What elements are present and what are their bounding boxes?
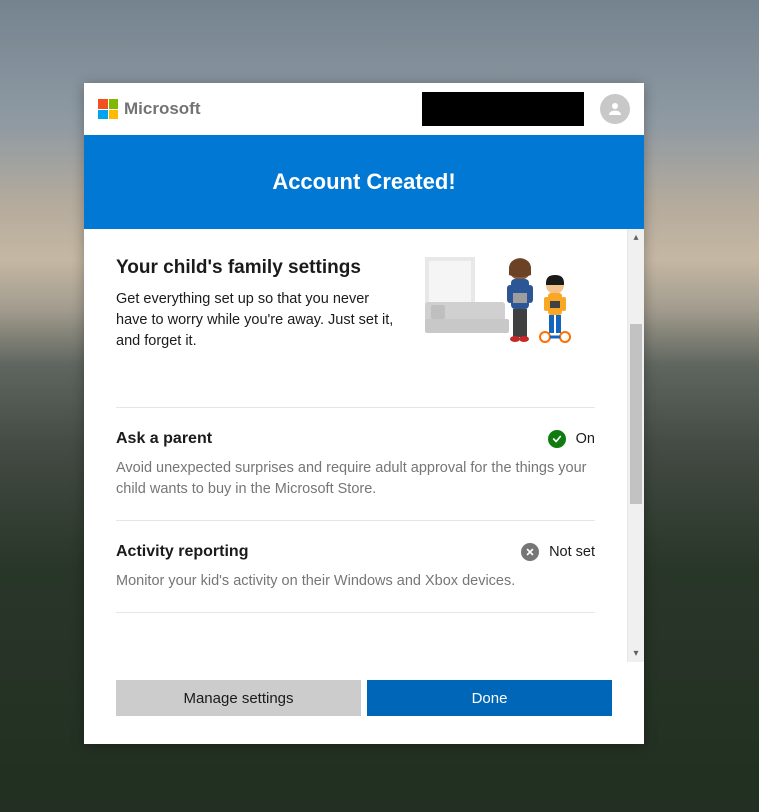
scroll-up-arrow-icon[interactable]: ▴ bbox=[628, 229, 644, 246]
banner: Account Created! bbox=[84, 135, 644, 229]
setting-head: Ask a parent On bbox=[116, 430, 595, 448]
microsoft-logo-icon bbox=[98, 99, 118, 119]
setting-description: Monitor your kid's activity on their Win… bbox=[116, 571, 595, 592]
content: Your child's family settings Get everyth… bbox=[84, 229, 627, 662]
setting-status: Not set bbox=[521, 543, 595, 561]
dialog-footer: Manage settings Done bbox=[84, 662, 644, 744]
intro-heading: Your child's family settings bbox=[116, 257, 405, 279]
setting-activity-reporting[interactable]: Activity reporting Not set Monitor your … bbox=[116, 521, 595, 613]
account-created-dialog: Microsoft Account Created! Your child's … bbox=[84, 83, 644, 744]
redacted-account-info bbox=[422, 92, 584, 126]
family-illustration bbox=[425, 257, 595, 367]
setting-title: Activity reporting bbox=[116, 543, 248, 561]
scrollbar[interactable]: ▴ ▾ bbox=[627, 229, 644, 662]
scroll-thumb[interactable] bbox=[630, 324, 642, 504]
intro-body: Get everything set up so that you never … bbox=[116, 289, 396, 352]
check-circle-icon bbox=[548, 430, 566, 448]
microsoft-logo: Microsoft bbox=[98, 99, 201, 119]
x-circle-icon bbox=[521, 543, 539, 561]
status-label: Not set bbox=[549, 544, 595, 560]
setting-head: Activity reporting Not set bbox=[116, 543, 595, 561]
setting-status: On bbox=[548, 430, 595, 448]
brand-label: Microsoft bbox=[124, 99, 201, 119]
scroll-down-arrow-icon[interactable]: ▾ bbox=[628, 645, 644, 662]
intro-section: Your child's family settings Get everyth… bbox=[116, 257, 595, 408]
setting-description: Avoid unexpected surprises and require a… bbox=[116, 458, 595, 500]
setting-ask-a-parent[interactable]: Ask a parent On Avoid unexpected surpris… bbox=[116, 408, 595, 521]
person-icon bbox=[606, 100, 624, 118]
dialog-header: Microsoft bbox=[84, 83, 644, 135]
setting-title: Ask a parent bbox=[116, 430, 212, 448]
banner-title: Account Created! bbox=[272, 169, 455, 195]
content-wrap: Your child's family settings Get everyth… bbox=[84, 229, 644, 662]
status-label: On bbox=[576, 431, 595, 447]
profile-button[interactable] bbox=[600, 94, 630, 124]
done-button[interactable]: Done bbox=[367, 680, 612, 716]
manage-settings-button[interactable]: Manage settings bbox=[116, 680, 361, 716]
intro-text: Your child's family settings Get everyth… bbox=[116, 257, 405, 367]
